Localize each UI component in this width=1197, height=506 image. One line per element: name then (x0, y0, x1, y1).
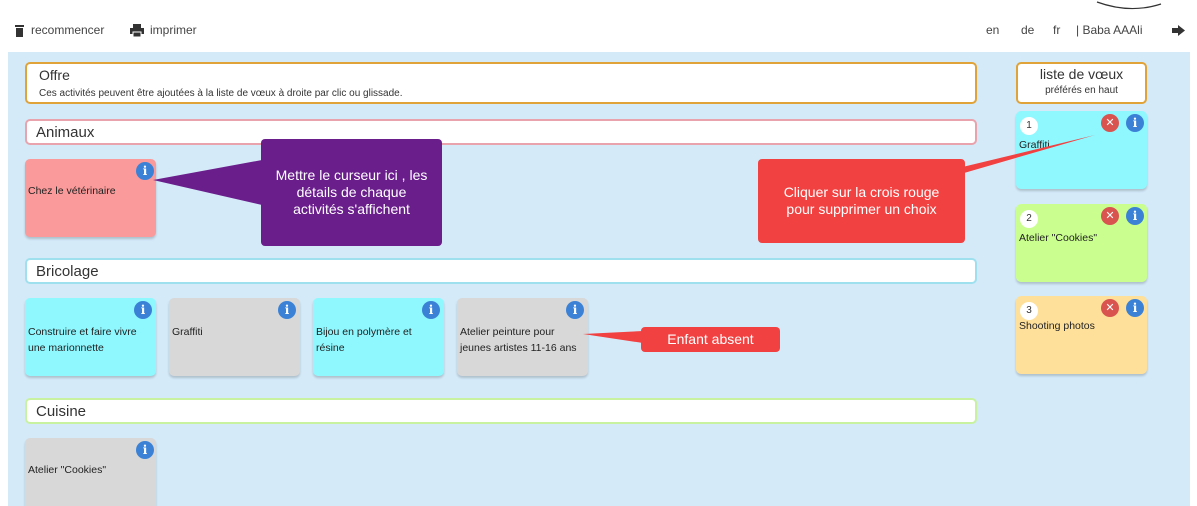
hover-callout-pointer (153, 160, 262, 205)
remove-callout: Cliquer sur la crois rouge pour supprime… (758, 159, 965, 243)
absent-callout-pointer (583, 331, 643, 343)
hover-callout-text: Mettre le curseur ici , les détails de c… (275, 167, 428, 217)
absent-callout-text: Enfant absent (667, 331, 754, 347)
remove-callout-text: Cliquer sur la crois rouge pour supprime… (783, 184, 940, 217)
absent-callout: Enfant absent (641, 327, 780, 352)
hover-callout: Mettre le curseur ici , les détails de c… (261, 139, 442, 246)
annotation-arrows (153, 135, 1095, 343)
